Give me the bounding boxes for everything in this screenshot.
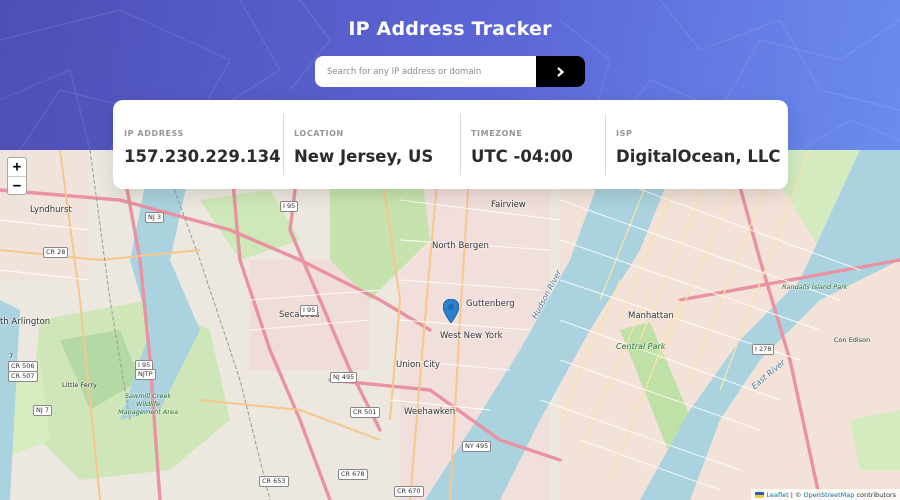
leaflet-link[interactable]: Leaflet [766,491,788,499]
search-form [315,56,585,87]
info-isp: ISP DigitalOcean, LLC [605,100,788,189]
map-label: Weehawken [404,407,456,417]
map-label: Randalls Island Park [782,283,848,291]
map-label: Lyndhurst [30,205,72,215]
search-submit-button[interactable] [536,56,585,87]
road-shield: I 95 [300,305,319,316]
info-value: 157.230.229.134 [124,147,281,166]
info-label: IP ADDRESS [124,129,184,138]
map-label: Con Edison [834,336,871,344]
map-label: Fairview [491,200,526,210]
road-shield: NY 495 [462,441,492,452]
map-label: th Arlington [0,317,51,327]
road-shield: I 278 [752,344,775,355]
location-pin-icon[interactable] [443,299,459,323]
info-value: UTC -04:00 [471,147,573,166]
map-label: 7 [9,352,14,360]
map-view[interactable]: Lyndhurst th Arlington Secaucus North Be… [0,150,900,500]
ip-info-card: IP ADDRESS 157.230.229.134 LOCATION New … [113,100,788,189]
map-label: Guttenberg [466,299,515,309]
road-shield: NJ 3 [145,212,164,223]
info-label: LOCATION [294,129,344,138]
info-value: DigitalOcean, LLC [616,147,781,166]
info-label: ISP [616,129,633,138]
info-value: New Jersey, US [294,147,434,166]
zoom-control: + − [7,157,27,195]
map-label: Central Park [616,342,666,351]
road-shield: CR 670 [394,486,424,497]
info-ip-address: IP ADDRESS 157.230.229.134 [113,100,283,189]
info-location: LOCATION New Jersey, US [283,100,460,189]
map-label: Manhattan [628,311,674,321]
map-label: Little Ferry [62,381,97,389]
road-shield: CR 678 [338,469,368,480]
map-label: North Bergen [432,241,489,251]
map-tiles [0,150,900,500]
map-label: Sawmill Creek Wildlife Management Area [118,392,178,416]
search-input[interactable] [315,56,536,87]
chevron-right-icon [557,66,565,77]
page-title: IP Address Tracker [348,18,552,40]
map-label: Union City [396,360,440,370]
road-shield: NJ 7 [33,405,52,416]
road-shield: I 95 [280,201,299,212]
map-attribution: Leaflet | © OpenStreetMap contributors [751,489,900,500]
info-label: TIMEZONE [471,129,523,138]
attribution-separator: | © [790,490,802,499]
road-shield: CR 28 [43,247,69,258]
road-shield: CR 653 [259,476,289,487]
osm-link[interactable]: OpenStreetMap [804,491,855,499]
road-shield: NJTP [135,369,156,380]
zoom-in-button[interactable]: + [8,158,26,176]
road-shield: NJ 495 [330,372,358,383]
road-shield: CR 501 [350,407,380,418]
map-label: West New York [440,331,503,341]
road-shield: CR 507 [8,371,38,382]
zoom-out-button[interactable]: − [8,176,26,194]
info-timezone: TIMEZONE UTC -04:00 [460,100,605,189]
ukraine-flag-icon [755,491,765,498]
attribution-contributors: contributors [856,490,896,499]
